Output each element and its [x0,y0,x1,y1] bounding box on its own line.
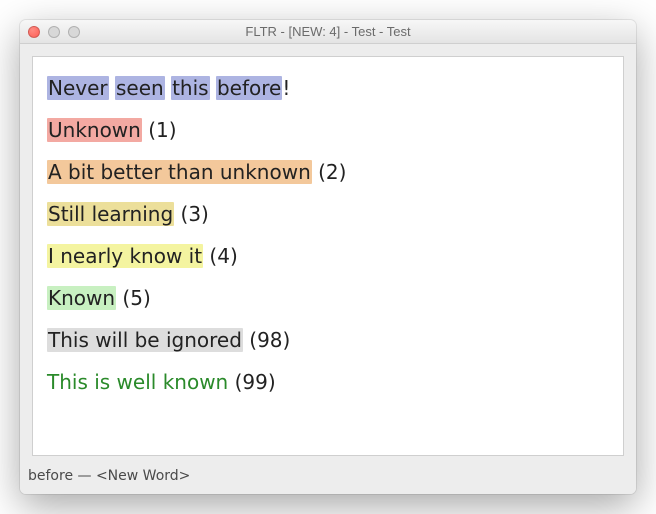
word-token[interactable]: This will be ignored [47,328,243,352]
minimize-icon[interactable] [48,26,60,38]
level-suffix: (3) [174,202,209,226]
level-suffix: (4) [203,244,238,268]
word-token[interactable]: Known [47,286,116,310]
level-suffix: (2) [312,160,347,184]
window-title: FLTR - [NEW: 4] - Test - Test [20,24,636,39]
level-suffix: (5) [116,286,151,310]
text-line: This is well known (99) [47,367,609,397]
app-window: FLTR - [NEW: 4] - Test - Test Never seen… [20,20,636,494]
punct: ! [282,76,290,100]
word-token[interactable]: seen [115,76,165,100]
text-line: I nearly know it (4) [47,241,609,271]
word-token[interactable]: This is well known [47,370,228,394]
word-token[interactable]: A bit better than unknown [47,160,312,184]
word-token[interactable]: this [171,76,210,100]
level-suffix: (99) [228,370,275,394]
word-token[interactable]: I nearly know it [47,244,203,268]
window-frame: Never seen this before! Unknown (1) A bi… [20,44,636,464]
level-suffix: (1) [142,118,177,142]
text-line: Unknown (1) [47,115,609,145]
text-line: Still learning (3) [47,199,609,229]
word-token[interactable]: Never [47,76,109,100]
text-line: Never seen this before! [47,73,609,103]
level-suffix: (98) [243,328,290,352]
close-icon[interactable] [28,26,40,38]
text-line: This will be ignored (98) [47,325,609,355]
word-token[interactable]: Still learning [47,202,174,226]
word-token[interactable]: before [216,76,282,100]
word-token[interactable]: Unknown [47,118,142,142]
text-line: A bit better than unknown (2) [47,157,609,187]
zoom-icon[interactable] [68,26,80,38]
text-line: Known (5) [47,283,609,313]
status-bar: before — <New Word> [20,464,636,494]
traffic-lights [28,26,80,38]
titlebar[interactable]: FLTR - [NEW: 4] - Test - Test [20,20,636,44]
status-text: before — <New Word> [28,468,190,484]
text-panel[interactable]: Never seen this before! Unknown (1) A bi… [32,56,624,456]
